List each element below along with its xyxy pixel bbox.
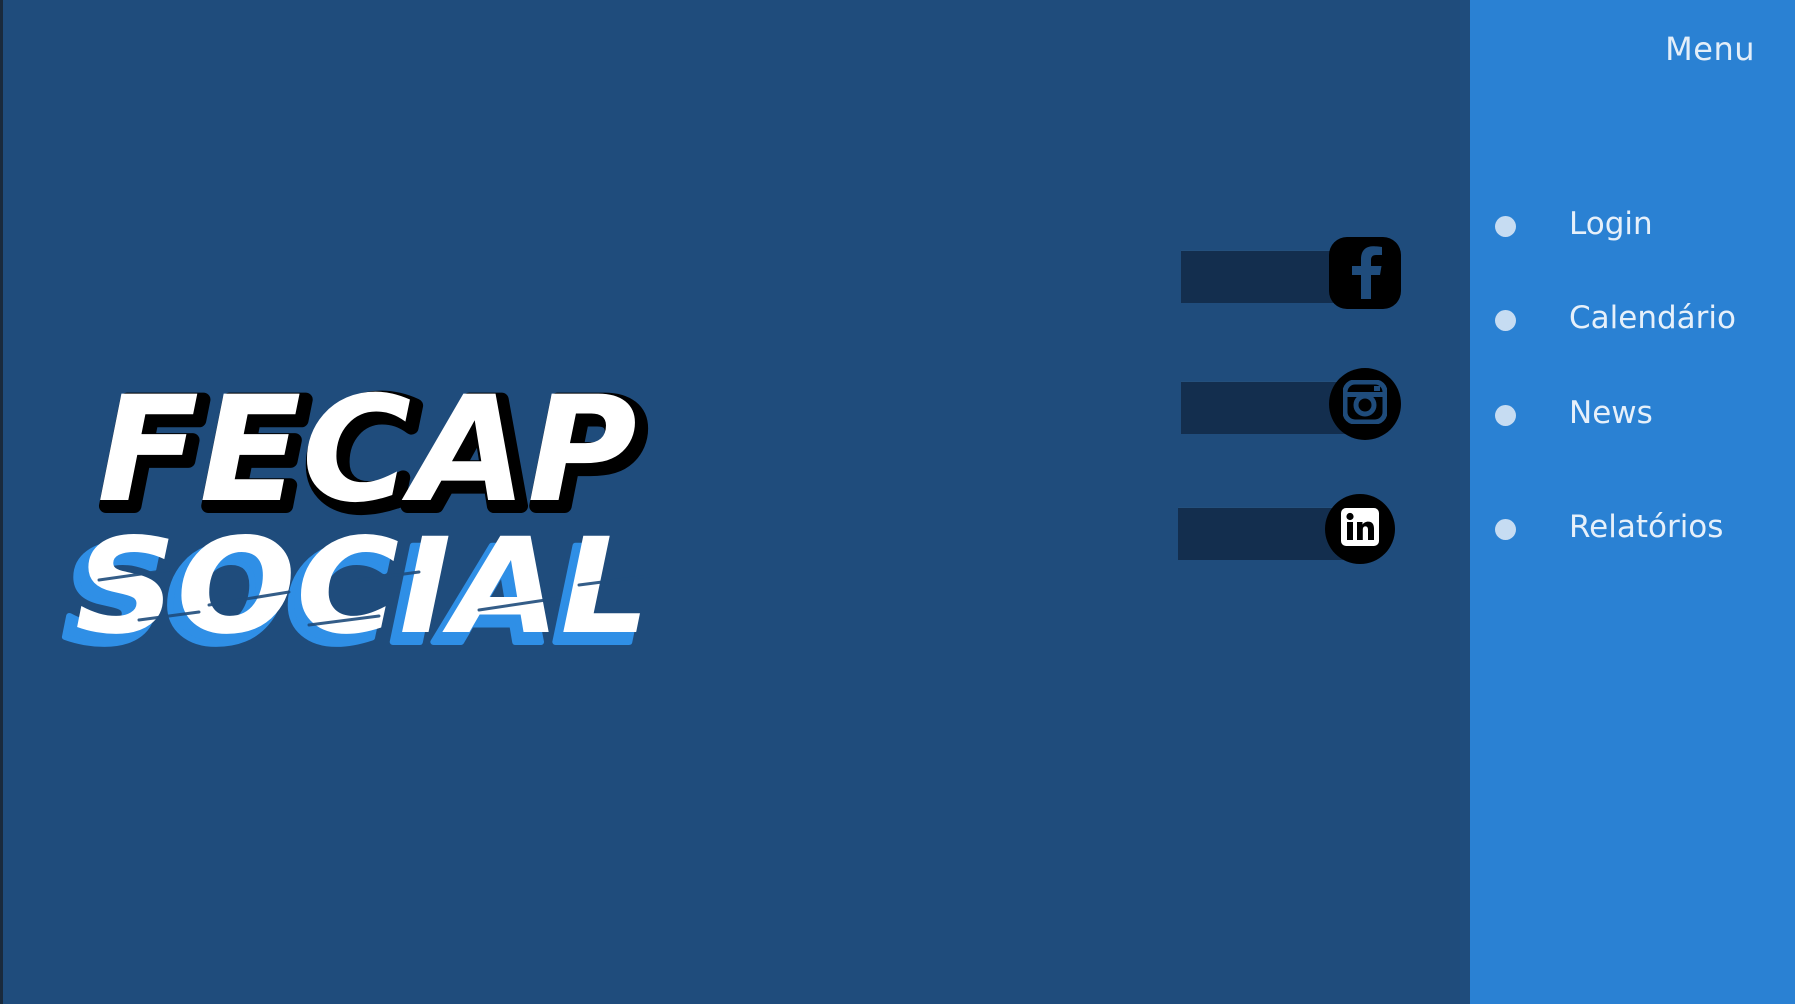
menu-panel: Menu Login Calendário News Relatórios <box>1470 0 1795 1004</box>
menu-item-label[interactable]: Login <box>1569 206 1653 242</box>
menu-title[interactable]: Menu <box>1665 30 1755 68</box>
menu-item-calendario[interactable]: Calendário <box>1470 290 1795 350</box>
linkedin-icon <box>1341 508 1379 550</box>
menu-item-label[interactable]: News <box>1569 395 1653 431</box>
facebook-bar[interactable] <box>1181 250 1346 303</box>
fecap-social-logo: FECAP FECAP SOCIAL SOCIAL <box>59 380 679 670</box>
facebook-badge[interactable] <box>1329 237 1401 309</box>
menu-item-relatorios[interactable]: Relatórios <box>1470 499 1795 559</box>
menu-item-label[interactable]: Calendário <box>1569 300 1736 336</box>
instagram-button[interactable] <box>1181 368 1401 440</box>
bullet-icon <box>1495 405 1516 426</box>
main-area: FECAP FECAP SOCIAL SOCIAL <box>3 0 1470 1004</box>
menu-item-login[interactable]: Login <box>1470 196 1795 256</box>
facebook-button[interactable] <box>1181 237 1401 309</box>
instagram-icon <box>1342 379 1388 428</box>
instagram-badge[interactable] <box>1329 368 1401 440</box>
menu-item-label[interactable]: Relatórios <box>1569 509 1723 545</box>
linkedin-bar[interactable] <box>1178 507 1343 560</box>
linkedin-badge[interactable] <box>1325 494 1395 564</box>
linkedin-button[interactable] <box>1178 494 1398 566</box>
logo-line2: SOCIAL <box>75 510 650 664</box>
instagram-bar[interactable] <box>1181 381 1346 434</box>
bullet-icon <box>1495 216 1516 237</box>
facebook-icon <box>1343 243 1387 303</box>
menu-item-news[interactable]: News <box>1470 385 1795 445</box>
bullet-icon <box>1495 519 1516 540</box>
bullet-icon <box>1495 310 1516 331</box>
